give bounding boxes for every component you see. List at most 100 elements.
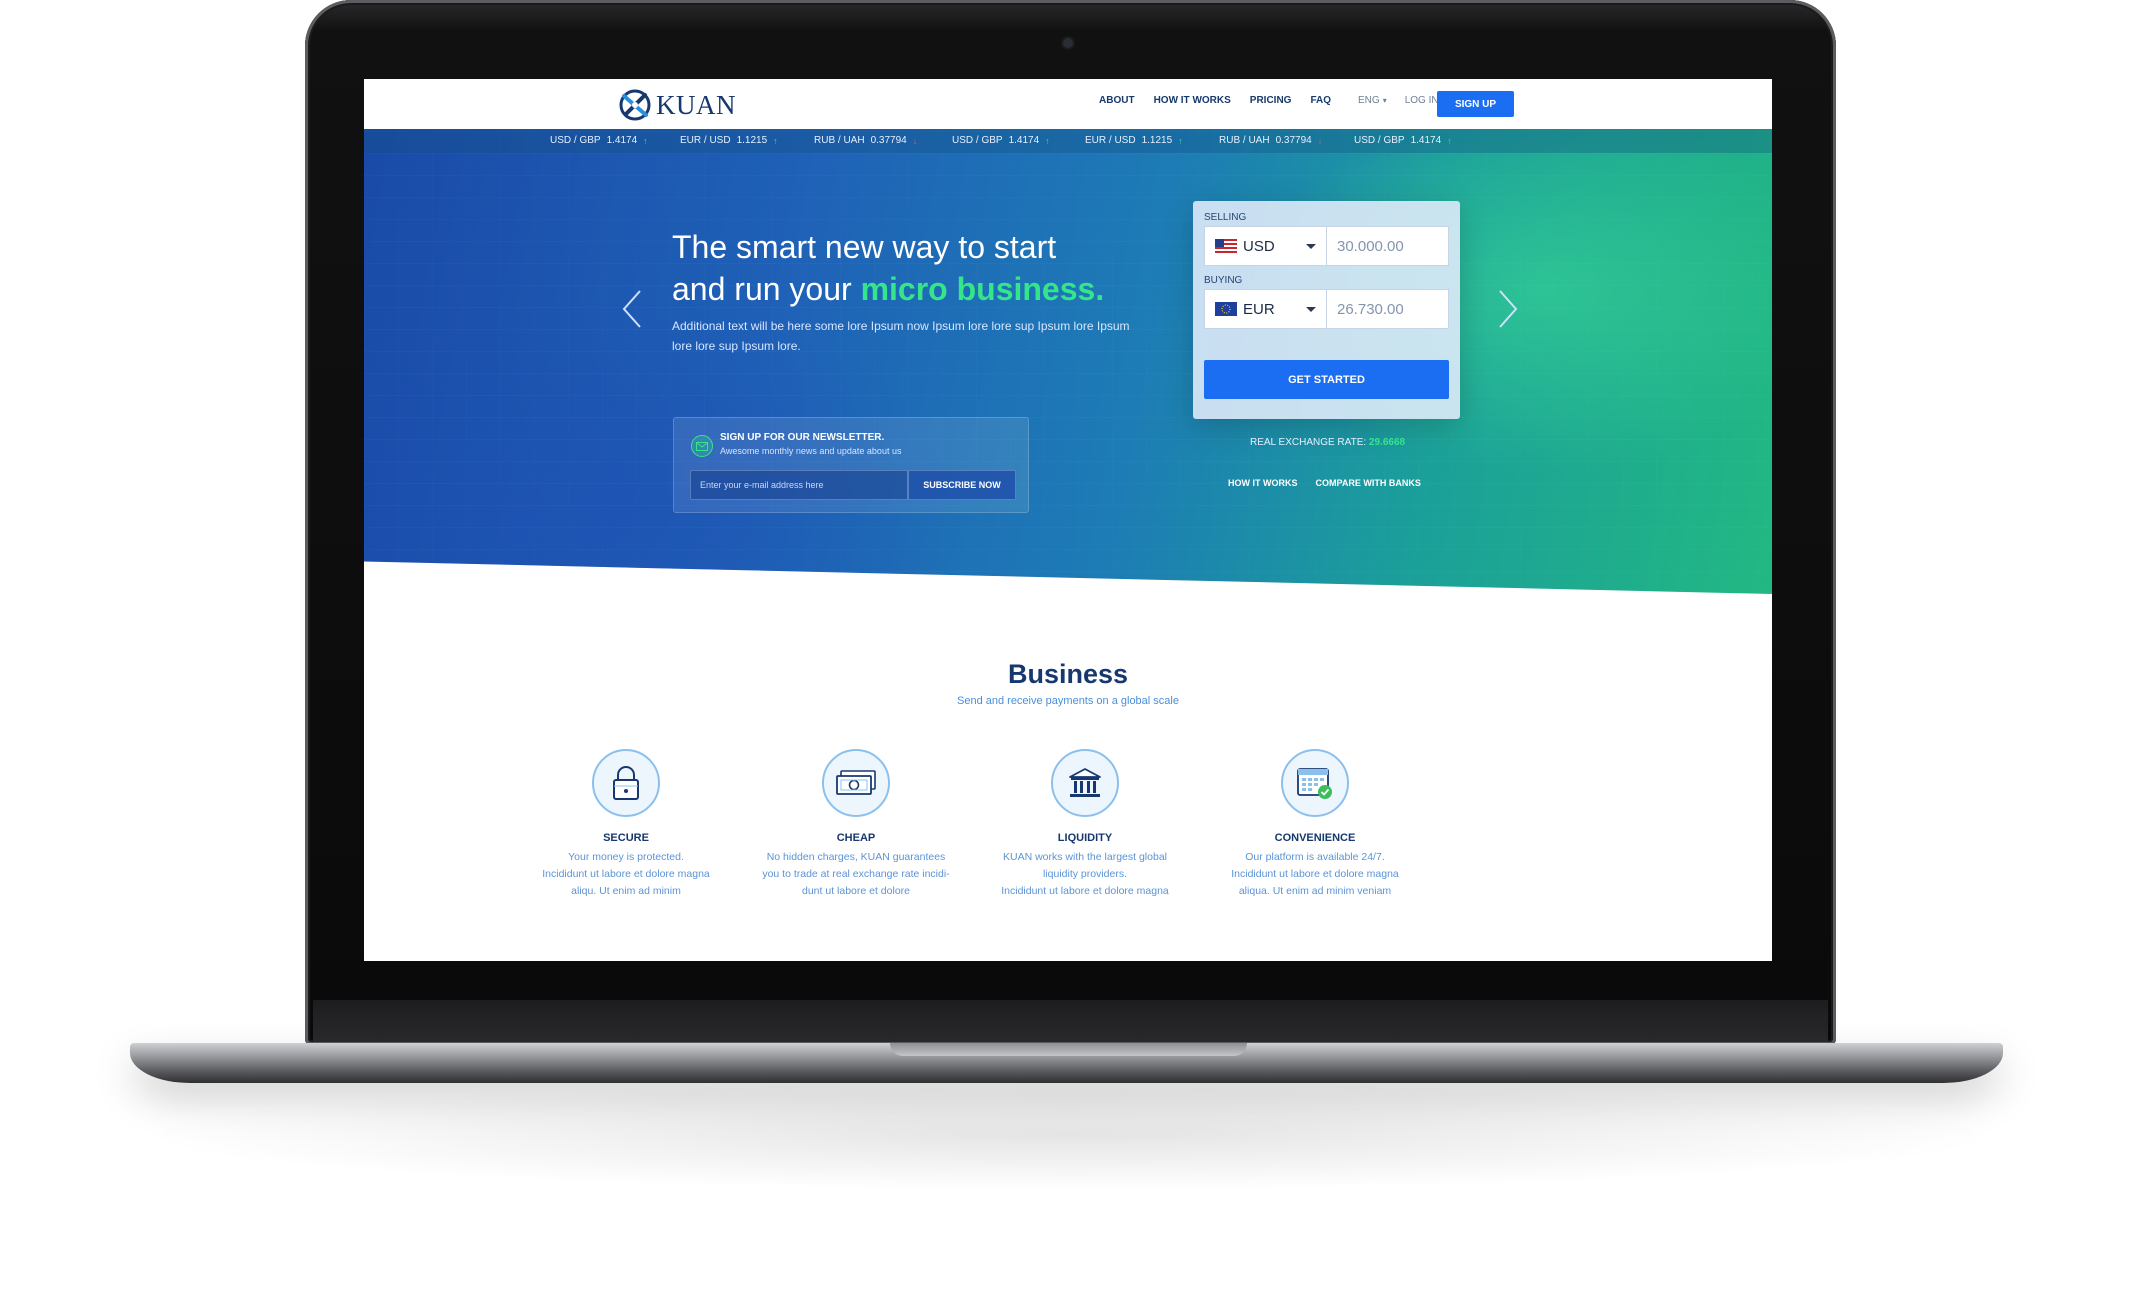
nav-about[interactable]: ABOUT bbox=[1099, 95, 1135, 106]
feature-convenience: CONVENIENCE Our platform is available 24… bbox=[1210, 749, 1420, 900]
feature-desc-line: dunt ut labore et dolore bbox=[802, 885, 910, 897]
laptop-shadow bbox=[60, 1075, 2080, 1195]
arrow-down-icon: ↓ bbox=[1317, 135, 1323, 146]
feature-desc-line: aliqua. Ut enim ad minim veniam bbox=[1238, 885, 1392, 897]
compare-with-banks-link[interactable]: COMPARE WITH BANKS bbox=[1316, 478, 1421, 488]
buying-amount-input[interactable]: 26.730.00 bbox=[1326, 289, 1449, 329]
hero-subtitle: Additional text will be here some lore I… bbox=[672, 319, 1130, 353]
bank-icon bbox=[1051, 749, 1119, 817]
ticker-item: USD / GBP 1.4174 ↑ bbox=[1354, 135, 1452, 146]
newsletter-description: Awesome monthly news and update about us bbox=[720, 446, 902, 456]
laptop-lid-notch bbox=[890, 1043, 1247, 1056]
selling-label: SELLING bbox=[1204, 212, 1247, 223]
ticker-value: 1.1215 bbox=[1141, 135, 1173, 146]
feature-desc-line: Incididunt ut labore et dolore magna bbox=[1231, 868, 1399, 880]
exchange-rate-label: REAL EXCHANGE RATE: bbox=[1250, 437, 1367, 448]
buying-label: BUYING bbox=[1204, 275, 1243, 286]
language-label: ENG bbox=[1358, 95, 1380, 106]
feature-desc-line: Incididunt ut labore et dolore magna bbox=[1001, 885, 1169, 897]
exchange-rate-value: 29.6668 bbox=[1368, 437, 1406, 448]
get-started-button[interactable]: GET STARTED bbox=[1204, 360, 1449, 399]
hero-background-pattern bbox=[364, 129, 1772, 594]
hero-title-line1: The smart new way to start bbox=[672, 229, 1057, 265]
ticker-pair: USD / GBP bbox=[550, 135, 601, 146]
kuan-logo[interactable]: KUAN bbox=[618, 88, 736, 122]
feature-title: CONVENIENCE bbox=[1274, 832, 1356, 844]
logo-wordmark: KUAN bbox=[656, 89, 736, 120]
envelope-icon bbox=[691, 435, 713, 457]
ticker-pair: RUB / UAH bbox=[814, 135, 865, 146]
chevron-down-icon: ▾ bbox=[1382, 96, 1387, 105]
caret-down-icon bbox=[1306, 244, 1316, 249]
feature-description: KUAN works with the largest global liqui… bbox=[980, 849, 1190, 900]
nav-pricing[interactable]: PRICING bbox=[1250, 95, 1292, 106]
feature-secure: SECURE Your money is protected. Incididu… bbox=[521, 749, 731, 900]
ticker-item: EUR / USD 1.1215 ↑ bbox=[1085, 135, 1183, 146]
ticker-pair: RUB / UAH bbox=[1219, 135, 1270, 146]
laptop-screen: KUAN ABOUT HOW IT WORKS PRICING FAQ ENG … bbox=[364, 79, 1772, 961]
ticker-pair: USD / GBP bbox=[1354, 135, 1405, 146]
subscribe-button[interactable]: SUBSCRIBE NOW bbox=[908, 470, 1016, 500]
feature-desc-line: Incididunt ut labore et dolore magna bbox=[542, 868, 710, 880]
feature-desc-line: aliqu. Ut enim ad minim bbox=[571, 885, 681, 897]
buying-row: EUR 26.730.00 bbox=[1204, 289, 1449, 329]
feature-description: Your money is protected. Incididunt ut l… bbox=[521, 849, 731, 900]
ticker-value: 1.4174 bbox=[606, 135, 638, 146]
currency-converter: SELLING USD 30.000.00 BUYING EUR 26.730.… bbox=[1193, 201, 1460, 419]
signup-button[interactable]: SIGN UP bbox=[1437, 91, 1514, 117]
top-navbar: KUAN ABOUT HOW IT WORKS PRICING FAQ ENG … bbox=[364, 79, 1772, 129]
ticker-pair: EUR / USD bbox=[680, 135, 731, 146]
selling-currency-select[interactable]: USD bbox=[1204, 226, 1326, 266]
us-flag-icon bbox=[1215, 239, 1237, 253]
money-icon bbox=[822, 749, 890, 817]
business-title: Business bbox=[1007, 659, 1129, 689]
eu-flag-icon bbox=[1215, 302, 1237, 316]
login-link[interactable]: LOG IN bbox=[1405, 95, 1439, 106]
currency-ticker: USD / GBP 1.4174 ↑ EUR / USD 1.1215 ↑ RU… bbox=[364, 129, 1772, 153]
hero-headline: The smart new way to start and run your … bbox=[672, 226, 1142, 310]
hero-title-highlight: micro business. bbox=[860, 271, 1105, 307]
ticker-value: 0.37794 bbox=[1275, 135, 1312, 146]
selling-amount-input[interactable]: 30.000.00 bbox=[1326, 226, 1449, 266]
ticker-pair: USD / GBP bbox=[952, 135, 1003, 146]
arrow-up-icon: ↑ bbox=[773, 135, 778, 146]
ticker-pair: EUR / USD bbox=[1085, 135, 1136, 146]
arrow-up-icon: ↑ bbox=[643, 135, 648, 146]
slider-prev-arrow-icon[interactable] bbox=[620, 287, 644, 331]
slider-next-arrow-icon[interactable] bbox=[1496, 287, 1520, 331]
newsletter-title: SIGN UP FOR OUR NEWSLETTER. bbox=[720, 432, 885, 443]
feature-desc-line: Our platform is available 24/7. bbox=[1245, 851, 1385, 863]
laptop-bezel-bottom bbox=[313, 1000, 1828, 1042]
ticker-item: USD / GBP 1.4174 ↑ bbox=[952, 135, 1050, 146]
ticker-value: 1.1215 bbox=[736, 135, 768, 146]
feature-description: No hidden charges, KUAN guarantees you t… bbox=[751, 849, 961, 900]
newsletter-email-input[interactable]: Enter your e-mail address here bbox=[690, 470, 908, 500]
nav-links: ABOUT HOW IT WORKS PRICING FAQ ENG ▾ LOG… bbox=[1099, 95, 1457, 106]
business-subtitle: Send and receive payments on a global sc… bbox=[957, 695, 1179, 707]
arrow-up-icon: ↑ bbox=[1447, 135, 1452, 146]
feature-liquidity: LIQUIDITY KUAN works with the largest gl… bbox=[980, 749, 1190, 900]
lock-icon bbox=[592, 749, 660, 817]
buying-currency-select[interactable]: EUR bbox=[1204, 289, 1326, 329]
ticker-item: EUR / USD 1.1215 ↑ bbox=[680, 135, 778, 146]
hero-links: HOW IT WORKS COMPARE WITH BANKS bbox=[1228, 478, 1421, 488]
selling-currency-code: USD bbox=[1243, 237, 1275, 255]
how-it-works-link[interactable]: HOW IT WORKS bbox=[1228, 478, 1298, 488]
kuan-logo-icon bbox=[619, 89, 651, 121]
feature-description: Our platform is available 24/7. Incididu… bbox=[1210, 849, 1420, 900]
feature-desc-line: Your money is protected. bbox=[568, 851, 684, 863]
caret-down-icon bbox=[1306, 307, 1316, 312]
newsletter-box: SIGN UP FOR OUR NEWSLETTER. Awesome mont… bbox=[673, 417, 1029, 513]
arrow-up-icon: ↑ bbox=[1045, 135, 1050, 146]
ticker-value: 1.4174 bbox=[1410, 135, 1442, 146]
nav-faq[interactable]: FAQ bbox=[1310, 95, 1331, 106]
arrow-up-icon: ↑ bbox=[1178, 135, 1183, 146]
calendar-check-icon bbox=[1281, 749, 1349, 817]
nav-how-it-works[interactable]: HOW IT WORKS bbox=[1154, 95, 1231, 106]
ticker-item: USD / GBP 1.4174 ↑ bbox=[550, 135, 648, 146]
hero-section: USD / GBP 1.4174 ↑ EUR / USD 1.1215 ↑ RU… bbox=[364, 129, 1772, 594]
feature-title: SECURE bbox=[603, 832, 649, 844]
feature-desc-line: liquidity providers. bbox=[1042, 868, 1128, 880]
buying-currency-code: EUR bbox=[1243, 300, 1275, 318]
language-selector[interactable]: ENG ▾ bbox=[1358, 95, 1387, 106]
